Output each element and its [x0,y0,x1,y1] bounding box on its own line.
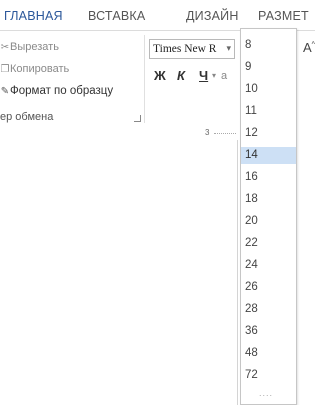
group-separator [144,35,145,123]
font-size-option[interactable]: 20 [241,213,296,230]
tab-layout[interactable]: РАЗМЕТ [258,9,309,23]
ribbon-tabs: ГЛАВНАЯ ВСТАВКА ДИЗАЙН РАЗМЕТ [0,0,315,30]
scissors-icon: ✂ [0,42,10,53]
grow-font-label: A [303,40,312,55]
ruler-ticks [214,133,236,135]
font-size-option[interactable]: 26 [241,279,296,296]
font-size-option[interactable]: 22 [241,235,296,252]
italic-button[interactable]: К [177,68,185,83]
copy-label: Копировать [10,63,70,75]
resize-grip-icon[interactable]: .... [259,388,273,398]
cut-button[interactable]: ✂Вырезать [0,41,59,53]
copy-button[interactable]: ❐Копировать [0,63,70,75]
cut-label: Вырезать [10,41,59,53]
ruler-marker: 3 [205,128,210,137]
font-size-option[interactable]: 10 [241,81,296,98]
tab-design[interactable]: ДИЗАЙН [186,9,239,23]
font-name-combobox[interactable]: Times New R ▾ [149,39,235,59]
font-name-value: Times New R [153,43,217,55]
font-size-option[interactable]: 28 [241,301,296,318]
font-size-option[interactable]: 72 [241,367,296,384]
grow-font-button[interactable]: A^ [303,40,315,55]
chevron-down-icon[interactable]: ▾ [212,71,216,80]
font-size-option[interactable]: 12 [241,125,296,142]
underline-button[interactable]: Ч [199,68,208,83]
font-size-option[interactable]: 16 [241,169,296,186]
dialog-launcher-icon[interactable] [134,115,141,122]
font-size-option[interactable]: 24 [241,257,296,274]
font-size-dropdown: 8 9 10 11 12 14 16 18 20 22 24 26 28 36 … [240,28,297,405]
bold-button[interactable]: Ж [154,68,166,83]
copy-icon: ❐ [0,64,10,75]
brush-icon: ✎ [0,86,10,97]
format-painter-label: Формат по образцу [10,85,114,97]
format-painter-button[interactable]: ✎Формат по образцу [0,85,113,97]
font-size-option[interactable]: 48 [241,345,296,362]
font-size-option[interactable]: 18 [241,191,296,208]
font-size-option[interactable]: 8 [241,37,296,54]
strikethrough-button[interactable]: a [221,70,227,82]
tab-insert[interactable]: ВСТАВКА [88,9,145,23]
clipboard-group-label: ер обмена [0,111,54,123]
page-margin-line [237,140,238,405]
tab-home[interactable]: ГЛАВНАЯ [4,9,63,23]
font-size-option[interactable]: 36 [241,323,296,340]
font-size-option[interactable]: 11 [241,103,296,120]
font-size-option[interactable]: 9 [241,59,296,76]
chevron-down-icon[interactable]: ▾ [226,43,231,54]
font-size-option-highlighted[interactable]: 14 [241,147,296,164]
